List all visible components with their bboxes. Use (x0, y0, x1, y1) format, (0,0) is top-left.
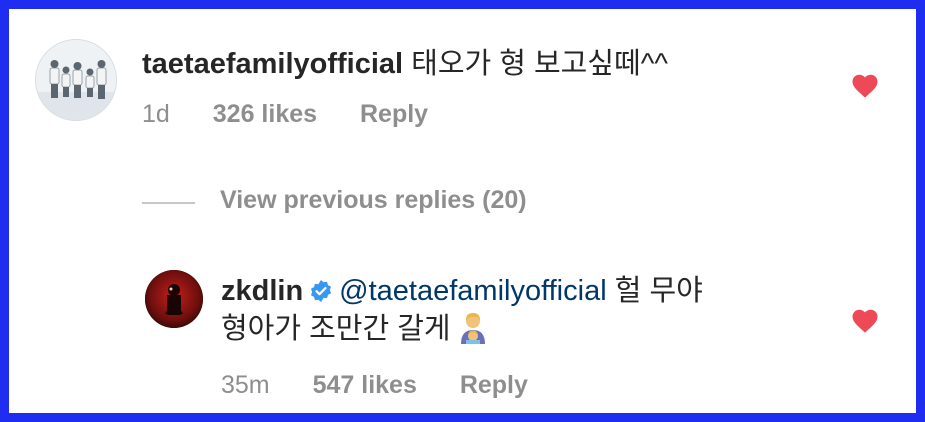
reply-line-2: 형아가 조만간 갈게 (221, 310, 703, 348)
view-previous-replies-button[interactable]: View previous replies (20) (220, 186, 527, 215)
comment-reply-button[interactable]: Reply (360, 100, 428, 128)
reply-text-line-1: 헐 무야 (614, 275, 703, 307)
man-with-baby-emoji-icon (460, 313, 485, 344)
avatar-zkdlin[interactable] (145, 270, 203, 328)
replies-divider (142, 202, 195, 204)
reply-line-1: zkdlin @taetaefamilyofficial 헐 무야 (221, 272, 703, 310)
family-photo-image (36, 40, 116, 120)
screenshot-frame: taetaefamilyofficial 태오가 형 보고싶떼^^ 1d 326… (0, 0, 925, 422)
verified-badge-icon (311, 280, 332, 302)
comment-text: 태오가 형 보고싶떼^^ (411, 48, 668, 80)
reply-mention[interactable]: @taetaefamilyofficial (339, 275, 606, 307)
reply-text-line-2: 형아가 조만간 갈게 (221, 313, 451, 345)
heart-icon[interactable] (850, 306, 880, 336)
reply-reply-button[interactable]: Reply (460, 371, 528, 399)
reply-likes[interactable]: 547 likes (313, 371, 417, 399)
reply-username[interactable]: zkdlin (221, 275, 303, 307)
reply-body: zkdlin @taetaefamilyofficial 헐 무야 형아가 조만… (221, 272, 703, 348)
comment-meta: 1d 326 likes Reply (142, 100, 464, 129)
comment-likes[interactable]: 326 likes (213, 100, 317, 128)
heart-icon[interactable] (850, 71, 880, 101)
avatar-taetaefamilyofficial[interactable] (35, 39, 117, 121)
comment-username[interactable]: taetaefamilyofficial (142, 48, 403, 80)
comment-time: 1d (142, 100, 170, 128)
reply-meta: 35m 547 likes Reply (221, 371, 564, 400)
comment-body: taetaefamilyofficial 태오가 형 보고싶떼^^ (142, 40, 668, 82)
red-portrait-image (145, 270, 203, 328)
reply-time: 35m (221, 371, 270, 399)
